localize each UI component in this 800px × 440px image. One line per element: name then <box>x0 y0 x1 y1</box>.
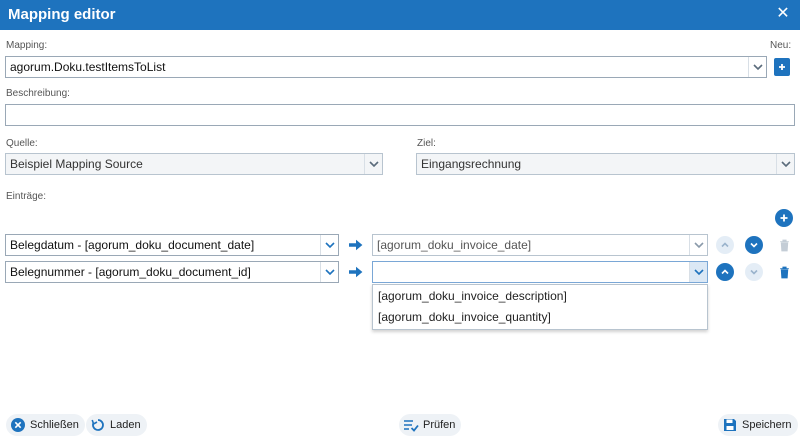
check-list-icon <box>403 417 419 433</box>
new-label: Neu: <box>770 40 792 51</box>
mapping-select[interactable]: agorum.Doku.testItemsToList <box>5 56 767 78</box>
chevron-down-icon[interactable] <box>689 235 707 255</box>
close-button-label: Schließen <box>30 419 79 431</box>
chevron-down-icon[interactable] <box>689 262 707 282</box>
entry-source-value-2: Belegnummer - [agorum_doku_document_id] <box>10 265 251 279</box>
arrow-right-icon <box>347 236 365 254</box>
close-icon[interactable]: ✕ <box>774 5 792 23</box>
move-down-icon[interactable] <box>745 263 763 281</box>
new-file-icon[interactable] <box>774 58 790 76</box>
source-label: Quelle: <box>6 138 38 149</box>
check-button-label: Prüfen <box>423 419 456 431</box>
source-value: Beispiel Mapping Source <box>10 157 143 171</box>
source-select[interactable]: Beispiel Mapping Source <box>5 153 383 175</box>
chevron-down-icon[interactable] <box>776 154 794 174</box>
close-button[interactable]: Schließen <box>6 414 85 436</box>
entry-source-select-1[interactable]: Belegdatum - [agorum_doku_document_date] <box>5 234 339 256</box>
reload-icon <box>90 417 106 433</box>
chevron-down-icon[interactable] <box>748 57 766 77</box>
add-entry-icon[interactable] <box>775 209 793 227</box>
arrow-right-icon <box>347 263 365 281</box>
entry-source-select-2[interactable]: Belegnummer - [agorum_doku_document_id] <box>5 261 339 283</box>
target-select[interactable]: Eingangsrechnung <box>416 153 795 175</box>
check-button[interactable]: Prüfen <box>399 414 462 436</box>
entries-label: Einträge: <box>6 191 47 202</box>
chevron-down-icon[interactable] <box>320 262 338 282</box>
save-button[interactable]: Speichern <box>718 414 798 436</box>
move-up-icon[interactable] <box>716 263 734 281</box>
load-button[interactable]: Laden <box>86 414 147 436</box>
description-field[interactable] <box>5 104 795 126</box>
save-button-label: Speichern <box>742 419 792 431</box>
description-label: Beschreibung: <box>6 88 70 99</box>
chevron-down-icon[interactable] <box>320 235 338 255</box>
trash-icon[interactable] <box>775 236 793 254</box>
trash-icon[interactable] <box>775 263 793 281</box>
entry-target-select-1[interactable]: [agorum_doku_invoice_date] <box>372 234 708 256</box>
target-value: Eingangsrechnung <box>421 157 522 171</box>
move-down-icon[interactable] <box>745 236 763 254</box>
window-title: Mapping editor <box>8 6 116 23</box>
entry-target-value-1: [agorum_doku_invoice_date] <box>377 238 532 252</box>
title-bar: Mapping editor ✕ <box>0 0 800 30</box>
dropdown-option-description[interactable]: [agorum_doku_invoice_description] <box>378 289 567 303</box>
entry-target-select-2[interactable] <box>372 261 708 283</box>
mapping-value: agorum.Doku.testItemsToList <box>10 60 166 74</box>
dropdown-option-quantity[interactable]: [agorum_doku_invoice_quantity] <box>378 310 551 324</box>
save-icon <box>722 417 738 433</box>
target-label: Ziel: <box>417 138 436 149</box>
target-dropdown-list: [agorum_doku_invoice_description] [agoru… <box>372 284 708 330</box>
chevron-down-icon[interactable] <box>364 154 382 174</box>
entry-source-value-1: Belegdatum - [agorum_doku_document_date] <box>10 238 255 252</box>
mapping-label: Mapping: <box>6 40 48 51</box>
load-button-label: Laden <box>110 419 141 431</box>
close-circle-icon <box>10 417 26 433</box>
move-up-icon[interactable] <box>716 236 734 254</box>
